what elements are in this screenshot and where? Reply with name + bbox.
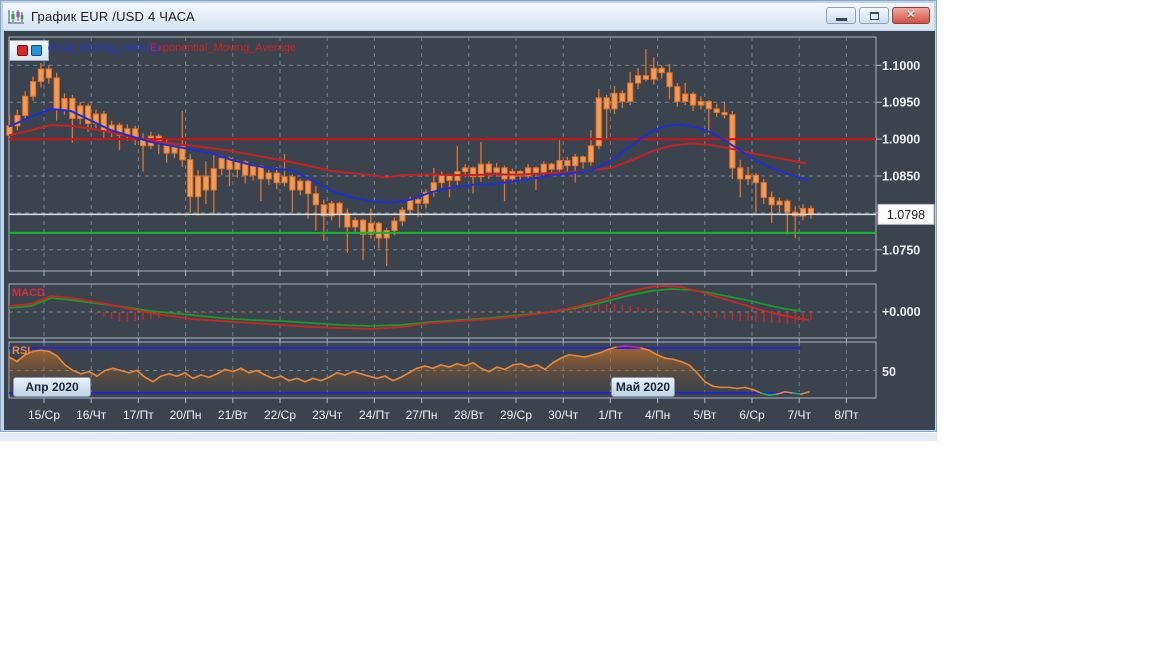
svg-text:1.0798: 1.0798 (887, 208, 925, 222)
month-badge-april[interactable]: Апр 2020 (13, 377, 91, 397)
svg-text:1.0900: 1.0900 (882, 133, 920, 147)
minimize-icon (835, 17, 847, 21)
svg-text:22/Ср: 22/Ср (264, 408, 296, 422)
svg-text:17/Пт: 17/Пт (123, 408, 154, 422)
blue-indicator-button[interactable] (30, 45, 42, 56)
macd-zero-label: +0.000 (882, 305, 921, 319)
svg-text:1.0850: 1.0850 (882, 170, 920, 184)
macd-label: MACD (12, 287, 45, 299)
maximize-icon (869, 11, 879, 20)
svg-text:15/Ср: 15/Ср (28, 408, 60, 422)
chart-canvas[interactable]: 1.0798 1.1000 1.0950 1.0900 1.0850 1.0750 MACD… (4, 31, 935, 430)
svg-text:20/Пн: 20/Пн (170, 408, 202, 422)
month-badge-may[interactable]: Май 2020 (611, 377, 675, 397)
candlestick-chart-icon (8, 9, 24, 23)
svg-text:24/Пт: 24/Пт (359, 408, 390, 422)
rsi-label: RSI (12, 345, 30, 357)
svg-text:8/Пт: 8/Пт (834, 408, 859, 422)
svg-text:21/Вт: 21/Вт (218, 408, 248, 422)
svg-text:1.0750: 1.0750 (882, 243, 920, 257)
svg-text:1.1000: 1.1000 (882, 59, 920, 73)
window-title: График EUR /USD 4 ЧАСА (31, 9, 195, 24)
window-shadow-strip (0, 433, 937, 441)
title-bar[interactable]: График EUR /USD 4 ЧАСА (3, 3, 934, 30)
maximize-button[interactable] (859, 7, 889, 24)
chart-window: График EUR /USD 4 ЧАСА ✕ 1.0798 1.1000 1.0… (0, 0, 937, 432)
legend-moving-average-blue: ential_Moving_Average (48, 42, 163, 54)
svg-text:30/Чт: 30/Чт (548, 408, 579, 422)
svg-text:23/Чт: 23/Чт (312, 408, 343, 422)
desktop: { "window": { "title": "График EUR /USD … (0, 0, 1152, 648)
chart-content: 1.0798 1.1000 1.0950 1.0900 1.0850 1.0750 MACD… (4, 31, 935, 430)
legend-moving-average-red: Exponential_Moving_Average (150, 42, 296, 54)
minimize-button[interactable] (826, 7, 856, 24)
current-price-label: 1.0798 (877, 203, 935, 225)
svg-text:16/Чт: 16/Чт (76, 408, 107, 422)
svg-text:27/Пн: 27/Пн (406, 408, 438, 422)
svg-text:1/Пт: 1/Пт (598, 408, 623, 422)
window-controls: ✕ (826, 7, 930, 24)
close-button[interactable]: ✕ (892, 7, 930, 24)
svg-text:29/Ср: 29/Ср (500, 408, 532, 422)
svg-text:5/Вт: 5/Вт (693, 408, 717, 422)
svg-text:1.0950: 1.0950 (882, 96, 920, 110)
svg-text:6/Ср: 6/Ср (739, 408, 765, 422)
svg-text:28/Вт: 28/Вт (454, 408, 484, 422)
rsi-mid-label: 50 (882, 365, 896, 379)
svg-text:4/Пн: 4/Пн (645, 408, 670, 422)
close-icon: ✕ (906, 9, 916, 21)
red-indicator-button[interactable] (16, 45, 28, 56)
svg-text:7/Чт: 7/Чт (787, 408, 811, 422)
indicator-toggle-buttons (9, 40, 49, 61)
